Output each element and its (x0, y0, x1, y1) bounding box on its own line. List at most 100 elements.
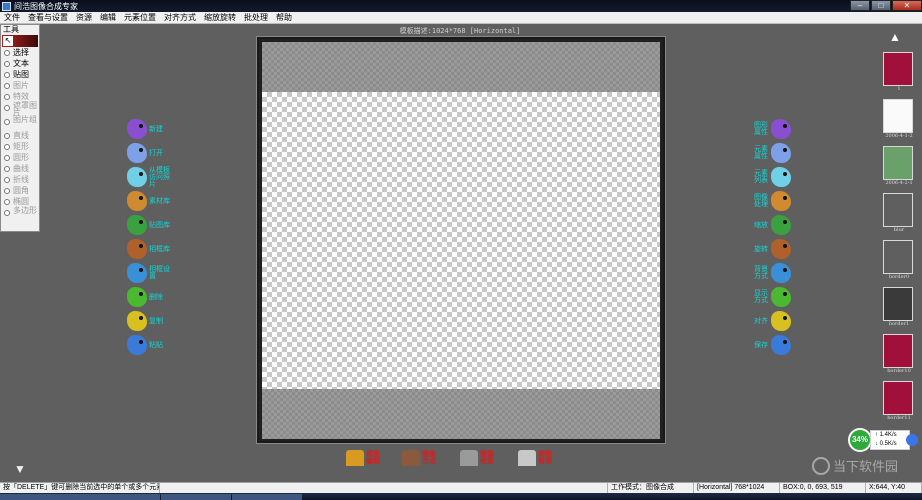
menu-view-settings[interactable]: 查看与设置 (24, 12, 72, 24)
tool-radio[interactable] (4, 176, 10, 183)
right-action-button[interactable]: 元素列表 (754, 166, 791, 188)
tool-radio[interactable] (4, 132, 10, 139)
tool-item[interactable]: 文本 (1, 58, 39, 69)
left-action-button[interactable]: 删除 (127, 286, 173, 308)
tool-radio[interactable] (4, 119, 10, 125)
thumbnail-item[interactable]: border1 (883, 287, 915, 328)
thumbnail-item[interactable]: border10 (883, 334, 915, 375)
tool-item[interactable]: 贴图 (1, 69, 39, 80)
maximize-button[interactable]: □ (871, 0, 891, 11)
taskbar-item[interactable] (161, 494, 231, 500)
tool-item[interactable]: 矩形 (1, 141, 39, 152)
tool-radio[interactable] (4, 93, 10, 100)
left-action-button[interactable]: 新建 (127, 118, 173, 140)
taskbar-item[interactable] (0, 494, 160, 500)
action-label: 缩放 (754, 221, 768, 229)
canvas[interactable] (262, 42, 660, 439)
pokemon-sprite-icon (771, 287, 791, 307)
mode-button[interactable]: 网络看图 (518, 450, 556, 466)
tool-item[interactable]: 圆形 (1, 152, 39, 163)
tool-item[interactable]: 折线 (1, 174, 39, 185)
thumbnail-item[interactable]: blur (883, 193, 915, 234)
tool-item[interactable]: 多边形 (1, 207, 39, 221)
tool-item[interactable]: 遮罩图片 (1, 102, 39, 117)
accelerate-icon[interactable] (906, 434, 918, 446)
thumbnail-item[interactable]: 1 (883, 52, 915, 93)
thumbnail-item[interactable]: border11 (883, 381, 915, 422)
mode-button[interactable]: 图像修复 (460, 450, 498, 466)
tool-label: 文本 (13, 59, 29, 68)
window-title: 间浩图像合成专家 (14, 1, 78, 11)
tool-radio[interactable] (4, 105, 10, 111)
left-action-button[interactable]: 从模板访问照片 (127, 166, 173, 188)
thumbnail-image[interactable] (883, 146, 913, 180)
left-action-button[interactable]: 复制 (127, 310, 173, 332)
thumbnail-item[interactable]: border0 (883, 240, 915, 281)
tool-radio[interactable] (4, 210, 10, 216)
right-action-button[interactable]: 背景方式 (754, 262, 791, 284)
left-action-button[interactable]: 素材库 (127, 190, 173, 212)
menu-edit[interactable]: 编辑 (96, 12, 120, 24)
scroll-down-arrow-icon[interactable]: ▼ (14, 462, 26, 476)
pokemon-sprite-icon (771, 239, 791, 259)
left-action-button[interactable]: 打开 (127, 142, 173, 164)
right-action-button[interactable]: 元素属性 (754, 142, 791, 164)
tool-radio[interactable] (4, 154, 10, 161)
menu-scale-rotate[interactable]: 缩放旋转 (200, 12, 240, 24)
right-action-button[interactable]: 图形属性 (754, 118, 791, 140)
thumbnail-item[interactable]: 2006-4-1-2 (883, 99, 915, 140)
action-label: 从模板访问照片 (149, 166, 170, 188)
thumbnail-image[interactable] (883, 193, 913, 227)
left-action-button[interactable]: 相框设置 (127, 262, 173, 284)
taskbar-item[interactable] (232, 494, 302, 500)
left-action-button[interactable]: 相框库 (127, 238, 173, 260)
network-percent: 34% (848, 428, 872, 452)
left-action-button[interactable]: 贴图库 (127, 214, 173, 236)
pointer-icon[interactable]: ↖ (3, 36, 13, 46)
menu-element-position[interactable]: 元素位置 (120, 12, 160, 24)
action-label: 相框设置 (149, 266, 170, 280)
right-action-button[interactable]: 缩放 (754, 214, 791, 236)
thumbnail-image[interactable] (883, 381, 913, 415)
tool-item[interactable]: 圆角 (1, 185, 39, 196)
thumbnail-item[interactable]: 2006-4-2-1 (883, 146, 915, 187)
mode-button[interactable]: 模板编辑 (346, 450, 384, 466)
canvas-margin-top (262, 42, 660, 92)
action-label: 复制 (149, 317, 163, 325)
mode-button[interactable]: 图像合成 (402, 450, 440, 466)
menu-batch[interactable]: 批处理 (240, 12, 272, 24)
right-action-button[interactable]: 图像处理 (754, 190, 791, 212)
tool-radio[interactable] (4, 49, 10, 56)
tool-radio[interactable] (4, 165, 10, 172)
right-action-button[interactable]: 对齐 (754, 310, 791, 332)
tool-item[interactable]: 图片组 (1, 116, 39, 130)
tool-item[interactable]: 直线 (1, 130, 39, 141)
right-action-button[interactable]: 显示方式 (754, 286, 791, 308)
tool-radio[interactable] (4, 143, 10, 150)
tool-item[interactable]: 图片 (1, 80, 39, 91)
tool-radio[interactable] (4, 198, 10, 205)
close-button[interactable]: ✕ (892, 0, 922, 11)
right-action-button[interactable]: 旋转 (754, 238, 791, 260)
action-label: 保存 (754, 341, 768, 349)
tool-radio[interactable] (4, 82, 10, 89)
left-action-button[interactable]: 粘贴 (127, 334, 173, 356)
thumbnail-image[interactable] (883, 99, 913, 133)
tool-radio[interactable] (4, 187, 10, 194)
minimize-button[interactable]: – (850, 0, 870, 11)
network-speed-widget[interactable]: 34% ↑ 1.4K/s ↓ 0.5K/s (848, 428, 922, 452)
right-action-button[interactable]: 保存 (754, 334, 791, 356)
tool-item[interactable]: 选择 (1, 47, 39, 58)
tool-radio[interactable] (4, 71, 10, 78)
menu-resources[interactable]: 资源 (72, 12, 96, 24)
tool-radio[interactable] (4, 60, 10, 67)
thumbnail-image[interactable] (883, 334, 913, 368)
scroll-up-arrow-icon[interactable]: ▲ (889, 30, 901, 44)
thumbnail-image[interactable] (883, 287, 913, 321)
menu-help[interactable]: 帮助 (272, 12, 296, 24)
thumbnail-image[interactable] (883, 240, 913, 274)
tool-item[interactable]: 曲线 (1, 163, 39, 174)
menu-alignment[interactable]: 对齐方式 (160, 12, 200, 24)
thumbnail-image[interactable] (883, 52, 913, 86)
menu-file[interactable]: 文件 (0, 12, 24, 24)
